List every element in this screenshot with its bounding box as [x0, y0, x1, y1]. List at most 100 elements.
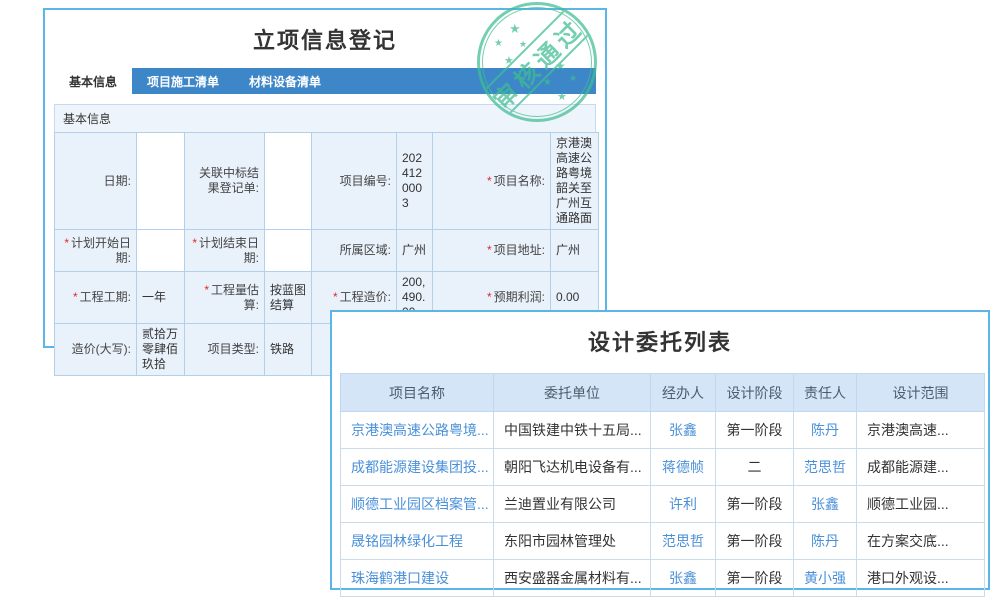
- plan-end-input[interactable]: [265, 230, 312, 272]
- owner-cell: 陈丹: [794, 523, 857, 560]
- client-cell: 西安盛器金属材料有...: [494, 560, 651, 597]
- star-icon: ★: [543, 78, 552, 88]
- required-asterisk: *: [192, 236, 197, 250]
- stamp-clip: 审核通过: [480, 5, 594, 119]
- required-asterisk: *: [64, 236, 69, 250]
- project-name-cell: 成都能源建设集团投...: [341, 449, 494, 486]
- cost-words-label: 造价(大写):: [55, 324, 137, 376]
- client-cell: 兰迪置业有限公司: [494, 486, 651, 523]
- project-name-cell: 珠海鹤港口建设: [341, 560, 494, 597]
- col-project-name: 项目名称: [341, 374, 494, 412]
- project-link[interactable]: 成都能源建设集团投...: [351, 459, 489, 475]
- bid-result-label: 关联中标结果登记单:: [185, 133, 265, 230]
- stage-cell: 第一阶段: [716, 412, 794, 449]
- date-label: 日期:: [55, 133, 137, 230]
- owner-link[interactable]: 黄小强: [804, 570, 846, 586]
- required-asterisk: *: [487, 174, 492, 188]
- tab-basic-info[interactable]: 基本信息: [54, 68, 132, 94]
- date-input[interactable]: [137, 133, 185, 230]
- project-name-cell: 京港澳高速公路粤境...: [341, 412, 494, 449]
- owner-cell: 范思哲: [794, 449, 857, 486]
- col-client: 委托单位: [494, 374, 651, 412]
- stamp-text: 审核通过: [484, 9, 591, 116]
- plan-start-input[interactable]: [137, 230, 185, 272]
- project-link[interactable]: 顺德工业园区档案管...: [351, 496, 489, 512]
- required-asterisk: *: [333, 290, 338, 304]
- plan-start-label: *计划开始日期:: [55, 230, 137, 272]
- scope-cell: 顺德工业园...: [857, 486, 985, 523]
- handler-link[interactable]: 张鑫: [669, 570, 697, 586]
- star-icon: ★: [504, 56, 514, 67]
- client-cell: 朝阳飞达机电设备有...: [494, 449, 651, 486]
- star-icon: ★: [519, 40, 527, 49]
- star-icon: ★: [569, 74, 577, 83]
- bid-result-input[interactable]: [265, 133, 312, 230]
- table-row: 京港澳高速公路粤境... 中国铁建中铁十五局... 张鑫 第一阶段 陈丹 京港澳…: [341, 412, 985, 449]
- star-icon: ★: [509, 22, 521, 35]
- region-label: 所属区域:: [312, 230, 397, 272]
- owner-link[interactable]: 张鑫: [811, 496, 839, 512]
- handler-cell: 张鑫: [651, 412, 716, 449]
- client-cell: 东阳市园林管理处: [494, 523, 651, 560]
- client-cell: 中国铁建中铁十五局...: [494, 412, 651, 449]
- owner-cell: 陈丹: [794, 412, 857, 449]
- col-owner: 责任人: [794, 374, 857, 412]
- design-commission-table: 项目名称 委托单位 经办人 设计阶段 责任人 设计范围 京港澳高速公路粤境...…: [340, 373, 985, 597]
- table-row: 顺德工业园区档案管... 兰迪置业有限公司 许利 第一阶段 张鑫 顺德工业园..…: [341, 486, 985, 523]
- approval-stamp: 审核通过 ★ ★ ★ ★ ★ ★ ★ ★: [477, 2, 597, 122]
- estimate-label: *工程量估算:: [185, 272, 265, 324]
- project-name-value: 京港澳高速公路粤境韶关至广州互通路面: [551, 133, 599, 230]
- owner-cell: 张鑫: [794, 486, 857, 523]
- handler-link[interactable]: 张鑫: [669, 422, 697, 438]
- handler-link[interactable]: 蒋德帧: [662, 459, 704, 475]
- estimate-value: 按蓝图结算: [265, 272, 312, 324]
- stage-cell: 二: [716, 449, 794, 486]
- table-row: 晟铭园林绿化工程 东阳市园林管理处 范思哲 第一阶段 陈丹 在方案交底...: [341, 523, 985, 560]
- cost-words-value: 贰拾万零肆佰玖拾: [137, 324, 185, 376]
- required-asterisk: *: [204, 283, 209, 297]
- scope-cell: 京港澳高速...: [857, 412, 985, 449]
- handler-cell: 蒋德帧: [651, 449, 716, 486]
- owner-link[interactable]: 陈丹: [811, 422, 839, 438]
- project-code-value: 2024120003: [397, 133, 433, 230]
- project-type-value: 铁路: [265, 324, 312, 376]
- star-icon: ★: [557, 92, 567, 103]
- star-icon: ★: [555, 60, 566, 72]
- table-row: 成都能源建设集团投... 朝阳飞达机电设备有... 蒋德帧 二 范思哲 成都能源…: [341, 449, 985, 486]
- stage-cell: 第一阶段: [716, 486, 794, 523]
- handler-cell: 许利: [651, 486, 716, 523]
- scope-cell: 港口外观设...: [857, 560, 985, 597]
- scope-cell: 在方案交底...: [857, 523, 985, 560]
- design-commission-panel: 设计委托列表 项目名称 委托单位 经办人 设计阶段 责任人 设计范围 京港澳高速…: [330, 310, 990, 590]
- plan-end-label: *计划结束日期:: [185, 230, 265, 272]
- handler-link[interactable]: 许利: [669, 496, 697, 512]
- stage-cell: 第一阶段: [716, 560, 794, 597]
- project-name-cell: 顺德工业园区档案管...: [341, 486, 494, 523]
- project-link[interactable]: 京港澳高速公路粤境...: [351, 422, 489, 438]
- handler-link[interactable]: 范思哲: [662, 533, 704, 549]
- required-asterisk: *: [73, 290, 78, 304]
- project-name-cell: 晟铭园林绿化工程: [341, 523, 494, 560]
- address-label: *项目地址:: [433, 230, 551, 272]
- owner-link[interactable]: 范思哲: [804, 459, 846, 475]
- col-scope: 设计范围: [857, 374, 985, 412]
- owner-link[interactable]: 陈丹: [811, 533, 839, 549]
- period-label: *工程工期:: [55, 272, 137, 324]
- scope-cell: 成都能源建...: [857, 449, 985, 486]
- required-asterisk: *: [487, 243, 492, 257]
- project-link[interactable]: 珠海鹤港口建设: [351, 570, 449, 586]
- address-value: 广州: [551, 230, 599, 272]
- star-icon: ★: [494, 39, 503, 49]
- required-asterisk: *: [487, 290, 492, 304]
- tab-construction-list[interactable]: 项目施工清单: [132, 68, 234, 94]
- owner-cell: 黄小强: [794, 560, 857, 597]
- tab-materials-list[interactable]: 材料设备清单: [234, 68, 336, 94]
- col-stage: 设计阶段: [716, 374, 794, 412]
- handler-cell: 范思哲: [651, 523, 716, 560]
- project-code-label: 项目编号:: [312, 133, 397, 230]
- period-value: 一年: [137, 272, 185, 324]
- project-name-label: *项目名称:: [433, 133, 551, 230]
- handler-cell: 张鑫: [651, 560, 716, 597]
- stamp-band: 审核通过: [480, 5, 594, 119]
- project-link[interactable]: 晟铭园林绿化工程: [351, 533, 463, 549]
